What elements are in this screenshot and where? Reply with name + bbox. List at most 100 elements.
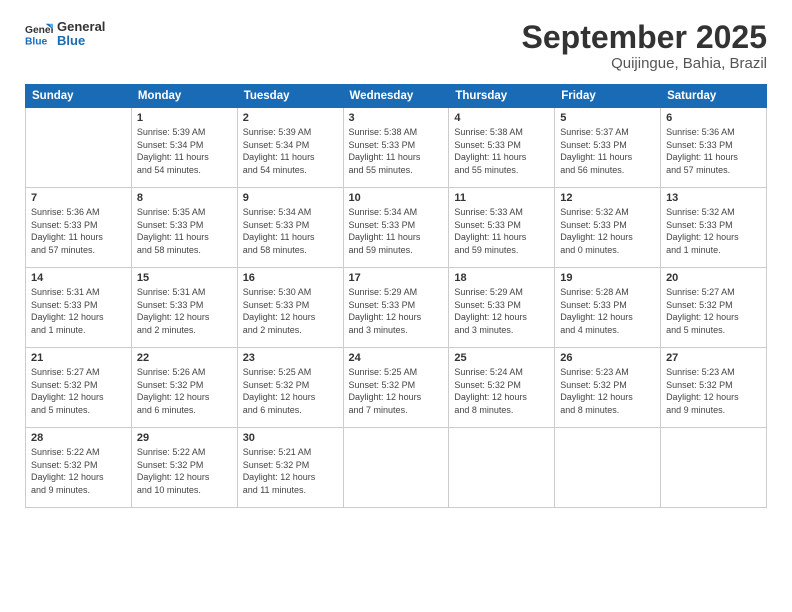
day-info: Sunrise: 5:24 AM Sunset: 5:32 PM Dayligh…	[454, 366, 549, 416]
table-row: 26 Sunrise: 5:23 AM Sunset: 5:32 PM Dayli…	[555, 348, 661, 428]
title-block: September 2025 Quijingue, Bahia, Brazil	[522, 20, 767, 72]
day-info: Sunrise: 5:31 AM Sunset: 5:33 PM Dayligh…	[31, 286, 126, 336]
table-row	[343, 428, 449, 508]
table-row: 12 Sunrise: 5:32 AM Sunset: 5:33 PM Dayli…	[555, 188, 661, 268]
table-row: 2 Sunrise: 5:39 AM Sunset: 5:34 PM Daylig…	[237, 108, 343, 188]
table-row	[555, 428, 661, 508]
col-friday: Friday	[555, 85, 661, 108]
table-row	[661, 428, 767, 508]
table-row: 30 Sunrise: 5:21 AM Sunset: 5:32 PM Dayli…	[237, 428, 343, 508]
day-info: Sunrise: 5:23 AM Sunset: 5:32 PM Dayligh…	[560, 366, 655, 416]
day-info: Sunrise: 5:25 AM Sunset: 5:32 PM Dayligh…	[349, 366, 444, 416]
day-number: 7	[31, 192, 126, 204]
location: Quijingue, Bahia, Brazil	[522, 55, 767, 72]
day-info: Sunrise: 5:36 AM Sunset: 5:33 PM Dayligh…	[31, 206, 126, 256]
table-row: 18 Sunrise: 5:29 AM Sunset: 5:33 PM Dayli…	[449, 268, 555, 348]
day-number: 5	[560, 112, 655, 124]
day-info: Sunrise: 5:34 AM Sunset: 5:33 PM Dayligh…	[349, 206, 444, 256]
logo-icon: General Blue	[25, 20, 53, 48]
day-info: Sunrise: 5:39 AM Sunset: 5:34 PM Dayligh…	[137, 126, 232, 176]
day-number: 16	[243, 272, 338, 284]
table-row: 5Sunrise: 5:37 AM Sunset: 5:33 PM Daylig…	[555, 108, 661, 188]
table-row: 3Sunrise: 5:38 AM Sunset: 5:33 PM Daylig…	[343, 108, 449, 188]
day-info: Sunrise: 5:29 AM Sunset: 5:33 PM Dayligh…	[454, 286, 549, 336]
day-info: Sunrise: 5:21 AM Sunset: 5:32 PM Dayligh…	[243, 446, 338, 496]
day-number: 24	[349, 352, 444, 364]
day-number: 26	[560, 352, 655, 364]
day-number: 8	[137, 192, 232, 204]
table-row: 23Sunrise: 5:25 AM Sunset: 5:32 PM Dayli…	[237, 348, 343, 428]
day-number: 12	[560, 192, 655, 204]
day-info: Sunrise: 5:22 AM Sunset: 5:32 PM Dayligh…	[137, 446, 232, 496]
day-info: Sunrise: 5:36 AM Sunset: 5:33 PM Dayligh…	[666, 126, 761, 176]
day-info: Sunrise: 5:26 AM Sunset: 5:32 PM Dayligh…	[137, 366, 232, 416]
day-info: Sunrise: 5:39 AM Sunset: 5:34 PM Dayligh…	[243, 126, 338, 176]
day-info: Sunrise: 5:22 AM Sunset: 5:32 PM Dayligh…	[31, 446, 126, 496]
table-row: 21 Sunrise: 5:27 AM Sunset: 5:32 PM Dayli…	[26, 348, 132, 428]
table-row: 14 Sunrise: 5:31 AM Sunset: 5:33 PM Dayli…	[26, 268, 132, 348]
col-saturday: Saturday	[661, 85, 767, 108]
day-number: 29	[137, 432, 232, 444]
table-row: 9 Sunrise: 5:34 AM Sunset: 5:33 PM Daylig…	[237, 188, 343, 268]
svg-text:Blue: Blue	[25, 37, 48, 48]
logo: General Blue General Blue	[25, 20, 105, 49]
calendar-table: Sunday Monday Tuesday Wednesday Thursday…	[25, 84, 767, 508]
logo-line1: General	[57, 20, 105, 34]
day-number: 6	[666, 112, 761, 124]
day-info: Sunrise: 5:31 AM Sunset: 5:33 PM Dayligh…	[137, 286, 232, 336]
day-number: 2	[243, 112, 338, 124]
day-info: Sunrise: 5:32 AM Sunset: 5:33 PM Dayligh…	[560, 206, 655, 256]
day-number: 28	[31, 432, 126, 444]
table-row: 10 Sunrise: 5:34 AM Sunset: 5:33 PM Dayli…	[343, 188, 449, 268]
table-row: 7 Sunrise: 5:36 AM Sunset: 5:33 PM Daylig…	[26, 188, 132, 268]
col-wednesday: Wednesday	[343, 85, 449, 108]
calendar-week-1: 1 Sunrise: 5:39 AM Sunset: 5:34 PM Daylig…	[26, 108, 767, 188]
day-info: Sunrise: 5:33 AM Sunset: 5:33 PM Dayligh…	[454, 206, 549, 256]
calendar-week-2: 7 Sunrise: 5:36 AM Sunset: 5:33 PM Daylig…	[26, 188, 767, 268]
month-title: September 2025	[522, 20, 767, 55]
day-info: Sunrise: 5:38 AM Sunset: 5:33 PM Dayligh…	[349, 126, 444, 176]
day-number: 25	[454, 352, 549, 364]
day-number: 30	[243, 432, 338, 444]
day-number: 19	[560, 272, 655, 284]
logo-line2: Blue	[57, 34, 105, 48]
day-number: 1	[137, 112, 232, 124]
table-row	[26, 108, 132, 188]
table-row: 8 Sunrise: 5:35 AM Sunset: 5:33 PM Daylig…	[131, 188, 237, 268]
table-row: 11Sunrise: 5:33 AM Sunset: 5:33 PM Dayli…	[449, 188, 555, 268]
calendar-header-row: Sunday Monday Tuesday Wednesday Thursday…	[26, 85, 767, 108]
day-number: 21	[31, 352, 126, 364]
table-row: 4Sunrise: 5:38 AM Sunset: 5:33 PM Daylig…	[449, 108, 555, 188]
table-row: 13Sunrise: 5:32 AM Sunset: 5:33 PM Dayli…	[661, 188, 767, 268]
day-info: Sunrise: 5:28 AM Sunset: 5:33 PM Dayligh…	[560, 286, 655, 336]
day-number: 14	[31, 272, 126, 284]
col-tuesday: Tuesday	[237, 85, 343, 108]
day-info: Sunrise: 5:27 AM Sunset: 5:32 PM Dayligh…	[666, 286, 761, 336]
table-row: 19 Sunrise: 5:28 AM Sunset: 5:33 PM Dayli…	[555, 268, 661, 348]
calendar-week-4: 21 Sunrise: 5:27 AM Sunset: 5:32 PM Dayli…	[26, 348, 767, 428]
day-info: Sunrise: 5:27 AM Sunset: 5:32 PM Dayligh…	[31, 366, 126, 416]
page: General Blue General Blue September 2025…	[0, 0, 792, 612]
day-info: Sunrise: 5:35 AM Sunset: 5:33 PM Dayligh…	[137, 206, 232, 256]
day-number: 22	[137, 352, 232, 364]
day-number: 23	[243, 352, 338, 364]
day-number: 18	[454, 272, 549, 284]
table-row: 6 Sunrise: 5:36 AM Sunset: 5:33 PM Daylig…	[661, 108, 767, 188]
col-thursday: Thursday	[449, 85, 555, 108]
table-row: 15Sunrise: 5:31 AM Sunset: 5:33 PM Dayli…	[131, 268, 237, 348]
day-info: Sunrise: 5:34 AM Sunset: 5:33 PM Dayligh…	[243, 206, 338, 256]
day-number: 13	[666, 192, 761, 204]
table-row: 28 Sunrise: 5:22 AM Sunset: 5:32 PM Dayli…	[26, 428, 132, 508]
day-number: 10	[349, 192, 444, 204]
col-sunday: Sunday	[26, 85, 132, 108]
calendar-body: 1 Sunrise: 5:39 AM Sunset: 5:34 PM Daylig…	[26, 108, 767, 508]
day-info: Sunrise: 5:38 AM Sunset: 5:33 PM Dayligh…	[454, 126, 549, 176]
table-row: 29 Sunrise: 5:22 AM Sunset: 5:32 PM Dayli…	[131, 428, 237, 508]
day-info: Sunrise: 5:30 AM Sunset: 5:33 PM Dayligh…	[243, 286, 338, 336]
day-number: 9	[243, 192, 338, 204]
table-row: 27Sunrise: 5:23 AM Sunset: 5:32 PM Dayli…	[661, 348, 767, 428]
day-info: Sunrise: 5:23 AM Sunset: 5:32 PM Dayligh…	[666, 366, 761, 416]
col-monday: Monday	[131, 85, 237, 108]
calendar-week-5: 28 Sunrise: 5:22 AM Sunset: 5:32 PM Dayli…	[26, 428, 767, 508]
table-row: 20Sunrise: 5:27 AM Sunset: 5:32 PM Dayli…	[661, 268, 767, 348]
